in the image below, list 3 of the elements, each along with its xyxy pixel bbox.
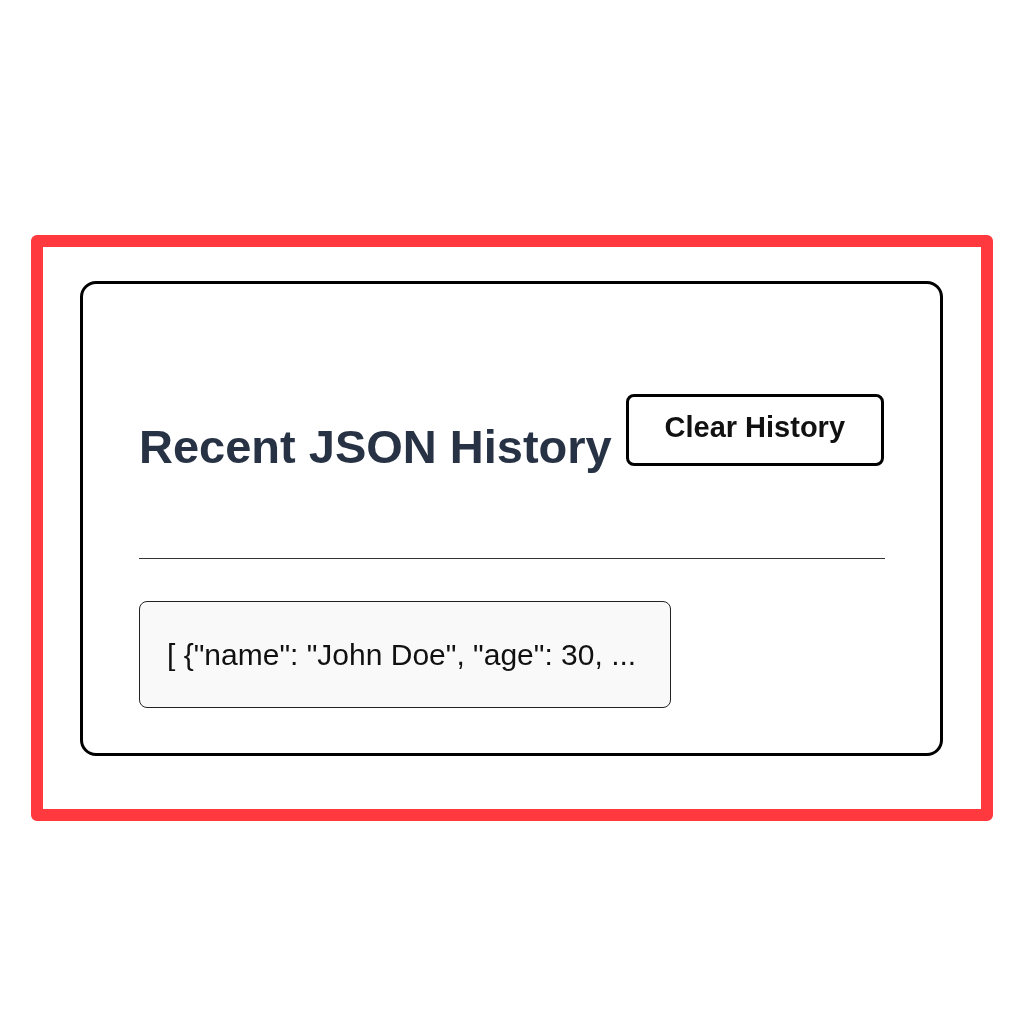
history-item[interactable]: [ {"name": "John Doe", "age": 30, ... (139, 601, 671, 708)
card-title: Recent JSON History (139, 419, 612, 475)
clear-history-button[interactable]: Clear History (625, 394, 884, 466)
